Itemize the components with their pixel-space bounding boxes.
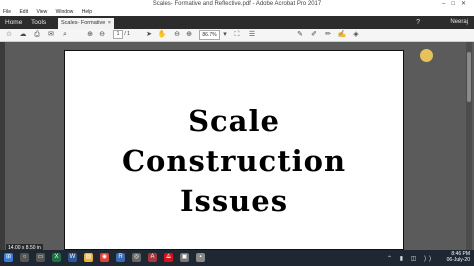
document-viewport[interactable]: Scale Construction Issues 14.00 x 8.50 i…	[0, 42, 474, 252]
tab-bar: Home Tools Scales- Formative a... × ? Ne…	[0, 16, 474, 37]
zoom-level-input[interactable]: 86.7%	[199, 30, 220, 40]
taskbar: ⊞ ○ ▭ X W ▤ ◉ R ◎ A ⟁ ▣ ▪ ⌃ ▮ ◫ )) 8:46 …	[0, 250, 474, 266]
heading-line-3: Issues	[179, 184, 289, 218]
zoom-dropdown-icon[interactable]: ▾	[220, 30, 230, 40]
window-controls: –□✕	[442, 0, 472, 9]
chrome-icon[interactable]: ◉	[100, 253, 109, 262]
menu-view[interactable]: View	[36, 9, 47, 15]
search-taskbar-icon[interactable]: ○	[20, 253, 29, 262]
fill-icon[interactable]: ◈	[351, 30, 361, 40]
fit-page-icon[interactable]: ⛶	[232, 30, 242, 40]
windows-start-icon[interactable]: ⊞	[4, 253, 13, 262]
heading-line-2: Construction	[121, 144, 347, 178]
clock[interactable]: 8:46 PM 06-July-20	[447, 251, 470, 263]
maximize-button[interactable]: □	[451, 1, 461, 7]
word-icon[interactable]: W	[68, 253, 77, 262]
scrollbar-thumb[interactable]	[467, 52, 471, 102]
r-icon[interactable]: R	[116, 253, 125, 262]
heading-line-1: Scale	[188, 104, 280, 138]
close-window-button[interactable]: ✕	[461, 1, 472, 7]
task-view-icon[interactable]: ▭	[36, 253, 45, 262]
tab-tools[interactable]: Tools	[31, 16, 46, 29]
access-icon[interactable]: A	[148, 253, 157, 262]
zoom-out-icon[interactable]: ⊖	[172, 30, 182, 40]
sign-icon[interactable]: ✍	[337, 30, 347, 40]
total-pages: 1	[127, 31, 130, 37]
store-icon[interactable]: ▣	[180, 253, 189, 262]
toolbar: ☆ ☁ ⎙ ✉ ⌕ ⊕ ⊖ 1 / 1 ➤ ✋ ⊖ ⊕ 86.7% ▾ ⛶ ☰ …	[0, 29, 474, 42]
close-tab-icon[interactable]: ×	[108, 18, 111, 29]
zoom-in-icon[interactable]: ⊕	[184, 30, 194, 40]
title-bar: Scales- Formative and Reflective.pdf - A…	[0, 0, 474, 9]
pen-icon[interactable]: ✐	[309, 30, 319, 40]
excel-icon[interactable]: X	[52, 253, 61, 262]
menu-bar: File Edit View Window Help	[0, 9, 474, 16]
page-navigator: 1 / 1	[113, 30, 130, 39]
page-up-icon[interactable]: ⊕	[85, 30, 95, 40]
page-heading: Scale Construction Issues	[65, 101, 403, 221]
sticky-note-icon[interactable]: ✎	[295, 30, 305, 40]
user-name[interactable]: Neeraj	[450, 16, 468, 29]
left-panel-strip[interactable]	[0, 42, 5, 250]
cursor-highlight	[420, 49, 433, 62]
file-explorer-icon[interactable]: ▤	[84, 253, 93, 262]
current-page-input[interactable]: 1	[113, 30, 123, 39]
scroll-mode-icon[interactable]: ☰	[247, 30, 257, 40]
menu-file[interactable]: File	[3, 9, 11, 15]
vertical-scrollbar[interactable]	[466, 42, 472, 250]
select-cursor-icon[interactable]: ➤	[144, 30, 154, 40]
page-down-icon[interactable]: ⊖	[97, 30, 107, 40]
menu-window[interactable]: Window	[56, 9, 74, 15]
clock-date: 06-July-20	[446, 257, 470, 263]
email-icon[interactable]: ✉	[46, 30, 56, 40]
page-separator: /	[124, 31, 126, 37]
highlight-icon[interactable]: ✏	[323, 30, 333, 40]
cloud-upload-icon[interactable]: ☁	[18, 30, 28, 40]
menu-help[interactable]: Help	[82, 9, 92, 15]
hand-icon[interactable]: ✋	[157, 30, 167, 40]
system-tray[interactable]: ⌃ ▮ ◫ ))	[387, 255, 434, 262]
search-icon[interactable]: ⌕	[60, 30, 70, 40]
print-icon[interactable]: ⎙	[32, 30, 42, 40]
tab-document[interactable]: Scales- Formative a... ×	[58, 18, 114, 37]
minimize-button[interactable]: –	[442, 1, 451, 7]
save-icon[interactable]: ☆	[4, 30, 14, 40]
camera-icon[interactable]: ◎	[132, 253, 141, 262]
acrobat-icon[interactable]: ⟁	[164, 253, 173, 262]
app-icon[interactable]: ▪	[196, 253, 205, 262]
pdf-page: Scale Construction Issues	[64, 50, 404, 250]
window-title: Scales- Formative and Reflective.pdf - A…	[152, 1, 322, 7]
menu-edit[interactable]: Edit	[19, 9, 28, 15]
tab-home[interactable]: Home	[5, 16, 22, 29]
help-icon[interactable]: ?	[416, 19, 428, 26]
